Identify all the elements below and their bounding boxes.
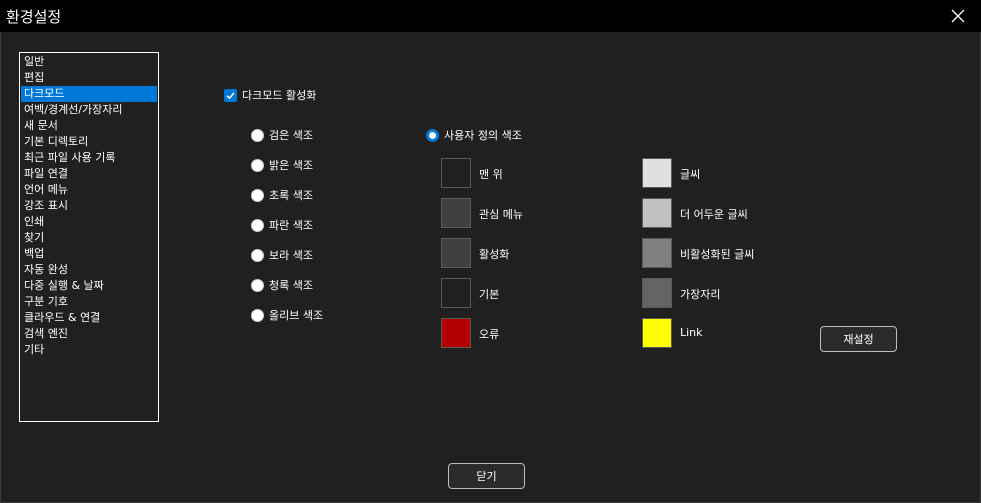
sidebar-item-general[interactable]: 일반 xyxy=(21,54,157,70)
enable-darkmode-label: 다크모드 활성화 xyxy=(242,89,317,102)
radio-label: 보라 색조 xyxy=(269,249,313,262)
swatch-top[interactable] xyxy=(441,158,471,188)
swatch-main-label: 기본 xyxy=(479,288,500,301)
radio-olive-tone[interactable]: 올리브 색조 xyxy=(251,307,323,323)
radio-blue-tone[interactable]: 파란 색조 xyxy=(251,217,313,233)
radio-indicator[interactable] xyxy=(251,218,264,232)
swatch-active[interactable] xyxy=(441,238,471,268)
swatch-link[interactable] xyxy=(642,318,672,348)
sidebar-item-multi-instance[interactable]: 다중 실행 & 날짜 xyxy=(21,278,157,294)
radio-label: 밝은 색조 xyxy=(269,159,313,172)
sidebar-item-autocomplete[interactable]: 자동 완성 xyxy=(21,262,157,278)
sidebar-item-misc[interactable]: 기타 xyxy=(21,342,157,358)
close-button[interactable]: 닫기 xyxy=(448,463,525,489)
swatch-main[interactable] xyxy=(441,278,471,308)
swatch-edge[interactable] xyxy=(642,278,672,308)
title-bar: 환경설정 xyxy=(0,0,981,32)
swatch-edge-label: 가장자리 xyxy=(680,288,721,301)
sidebar-item-backup[interactable]: 백업 xyxy=(21,246,157,262)
radio-custom-tone[interactable]: 사용자 정의 색조 xyxy=(426,127,522,143)
swatch-text[interactable] xyxy=(642,158,672,188)
swatch-error[interactable] xyxy=(441,318,471,348)
sidebar-item-edit[interactable]: 편집 xyxy=(21,70,157,86)
close-window-button[interactable] xyxy=(935,0,981,32)
radio-purple-tone[interactable]: 보라 색조 xyxy=(251,247,313,263)
swatch-menu-hot-label: 관심 메뉴 xyxy=(479,208,523,221)
swatch-text-label: 글씨 xyxy=(680,168,701,181)
sidebar-item-cloud[interactable]: 클라우드 & 연결 xyxy=(21,310,157,326)
swatch-menu-hot[interactable] xyxy=(441,198,471,228)
sidebar-item-darkmode[interactable]: 다크모드 xyxy=(21,86,157,102)
swatch-active-label: 활성화 xyxy=(479,248,510,261)
radio-indicator[interactable] xyxy=(251,158,264,172)
radio-indicator[interactable] xyxy=(251,188,264,202)
radio-label: 청록 색조 xyxy=(269,279,313,292)
radio-cyan-tone[interactable]: 청록 색조 xyxy=(251,277,313,293)
radio-light-tone[interactable]: 밝은 색조 xyxy=(251,157,313,173)
radio-green-tone[interactable]: 초록 색조 xyxy=(251,187,313,203)
radio-indicator[interactable] xyxy=(251,308,264,322)
radio-label: 올리브 색조 xyxy=(269,309,324,322)
swatch-disabled-text[interactable] xyxy=(642,238,672,268)
sidebar-item-language-menu[interactable]: 언어 메뉴 xyxy=(21,182,157,198)
swatch-darker-text-label: 더 어두운 글씨 xyxy=(680,208,748,221)
sidebar-item-file-association[interactable]: 파일 연결 xyxy=(21,166,157,182)
sidebar-item-delimiter[interactable]: 구분 기호 xyxy=(21,294,157,310)
radio-indicator[interactable] xyxy=(426,128,439,142)
sidebar-item-search[interactable]: 찾기 xyxy=(21,230,157,246)
sidebar-item-recent-files[interactable]: 최근 파일 사용 기록 xyxy=(21,150,157,166)
sidebar-item-margins[interactable]: 여백/경계선/가장자리 xyxy=(21,102,157,118)
radio-black-tone[interactable]: 검은 색조 xyxy=(251,127,313,143)
radio-label: 초록 색조 xyxy=(269,189,313,202)
category-list[interactable]: 일반 편집 다크모드 여백/경계선/가장자리 새 문서 기본 디렉토리 최근 파… xyxy=(19,52,159,422)
window-title: 환경설정 xyxy=(6,8,62,26)
swatch-top-label: 맨 위 xyxy=(479,168,503,181)
sidebar-item-default-directory[interactable]: 기본 디렉토리 xyxy=(21,134,157,150)
swatch-error-label: 오류 xyxy=(479,328,500,341)
sidebar-item-search-engine[interactable]: 검색 엔진 xyxy=(21,326,157,342)
radio-indicator[interactable] xyxy=(251,128,264,142)
enable-darkmode-checkbox[interactable]: 다크모드 활성화 xyxy=(224,87,316,103)
sidebar-item-new-document[interactable]: 새 문서 xyxy=(21,118,157,134)
radio-label: 사용자 정의 색조 xyxy=(444,129,522,142)
close-icon xyxy=(951,9,965,23)
checkmark-icon xyxy=(226,92,235,99)
swatch-darker-text[interactable] xyxy=(642,198,672,228)
radio-label: 파란 색조 xyxy=(269,219,313,232)
radio-indicator[interactable] xyxy=(251,248,264,262)
radio-indicator[interactable] xyxy=(251,278,264,292)
swatch-link-label: Link xyxy=(680,326,703,339)
reset-button[interactable]: 재설정 xyxy=(820,326,897,352)
sidebar-item-print[interactable]: 인쇄 xyxy=(21,214,157,230)
checkbox-box[interactable] xyxy=(224,88,237,102)
radio-label: 검은 색조 xyxy=(269,129,313,142)
swatch-disabled-text-label: 비활성화된 글씨 xyxy=(680,248,755,261)
sidebar-item-highlighting[interactable]: 강조 표시 xyxy=(21,198,157,214)
